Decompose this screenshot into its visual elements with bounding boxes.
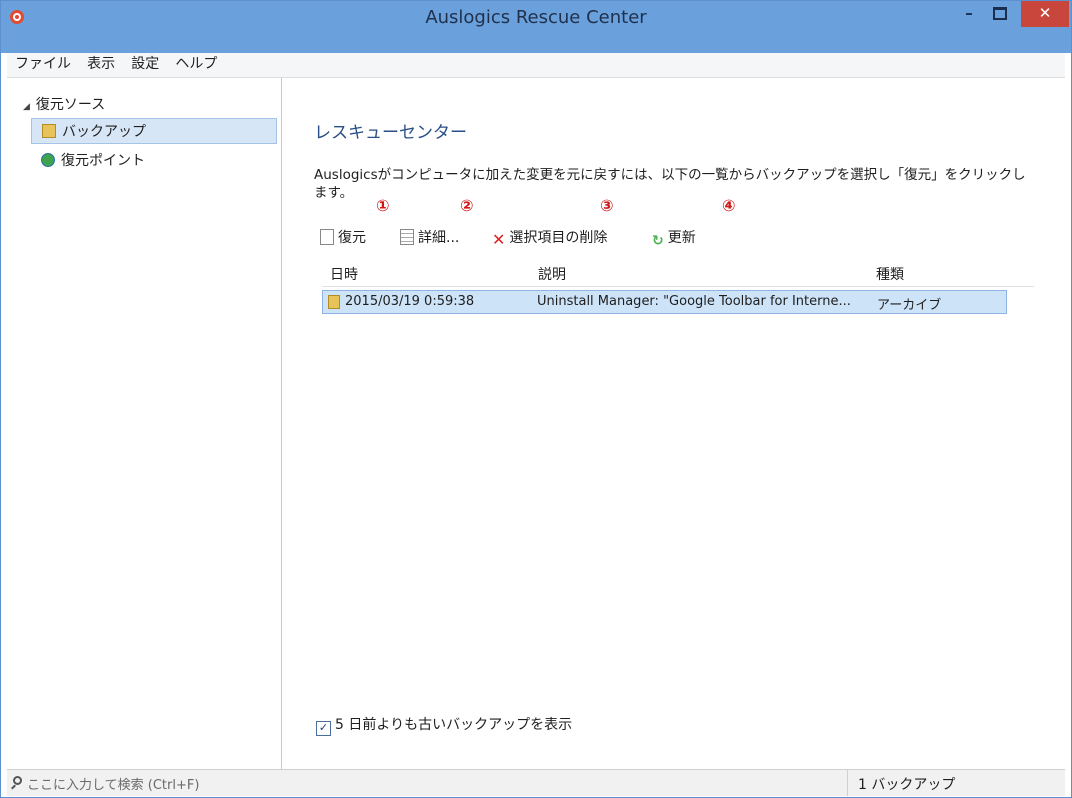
marker-4: ④	[722, 196, 736, 215]
delete-selected-button[interactable]: ✕ 選択項目の削除	[492, 226, 607, 250]
restore-point-icon	[41, 153, 55, 167]
refresh-button[interactable]: ↻ 更新	[652, 226, 696, 250]
expand-arrow-icon[interactable]: ◢	[23, 102, 30, 112]
column-header-type[interactable]: 種類	[876, 264, 904, 284]
details-button[interactable]: 詳細...	[400, 226, 459, 250]
main-panel: レスキューセンター Auslogicsがコンピュータに加えた変更を元に戻すには、…	[282, 78, 1065, 769]
folder-icon	[42, 124, 56, 138]
maximize-button[interactable]	[986, 1, 1014, 27]
table-header: 日時 説明 種類	[322, 260, 1034, 287]
restore-label: 復元	[338, 230, 366, 246]
menu-file[interactable]: ファイル	[15, 53, 71, 75]
search-icon	[13, 776, 22, 785]
cell-description: Uninstall Manager: "Google Toolbar for I…	[537, 294, 851, 309]
menu-view[interactable]: 表示	[87, 53, 115, 75]
title-bar: Auslogics Rescue Center – ✕	[1, 1, 1071, 53]
marker-3: ③	[600, 196, 614, 215]
cell-type: アーカイブ	[877, 298, 942, 313]
cell-datetime: 2015/03/19 0:59:38	[345, 294, 475, 309]
column-header-datetime[interactable]: 日時	[330, 264, 358, 284]
menu-help[interactable]: ヘルプ	[175, 53, 217, 75]
column-header-description[interactable]: 説明	[538, 264, 566, 284]
tree-root-label: 復元ソース	[35, 97, 106, 113]
delete-x-icon: ✕	[492, 230, 506, 249]
show-old-backups-checkbox[interactable]: ✓	[316, 721, 331, 736]
sidebar-item-label: 復元ポイント	[61, 153, 145, 169]
restore-button[interactable]: 復元	[320, 226, 366, 250]
sidebar: ◢ 復元ソース バックアップ 復元ポイント	[7, 78, 282, 769]
status-count-panel: 1 バックアップ	[847, 770, 1066, 796]
sidebar-item-backup[interactable]: バックアップ	[31, 118, 277, 144]
window-title: Auslogics Rescue Center	[425, 7, 647, 28]
menu-settings[interactable]: 設定	[131, 53, 159, 75]
status-bar: ここに入力して検索 (Ctrl+F) 1 バックアップ	[7, 769, 1065, 796]
new-document-icon	[320, 229, 334, 245]
refresh-label: 更新	[667, 230, 696, 246]
tree-root-restore-sources[interactable]: ◢ 復元ソース	[23, 94, 105, 114]
delete-label: 選択項目の削除	[509, 230, 608, 246]
show-old-backups-option[interactable]: ✓ 5 日前よりも古いバックアップを表示	[316, 716, 572, 736]
details-document-icon	[400, 229, 414, 245]
sidebar-item-restore-point[interactable]: 復元ポイント	[31, 148, 277, 174]
description-text: Auslogicsがコンピュータに加えた変更を元に戻すには、以下の一覧からバック…	[314, 167, 1026, 201]
details-label: 詳細...	[418, 230, 460, 246]
marker-2: ②	[460, 196, 474, 215]
minimize-button[interactable]: –	[956, 1, 982, 27]
close-button[interactable]: ✕	[1021, 1, 1069, 27]
archive-folder-icon	[328, 295, 340, 309]
table-row[interactable]: 2015/03/19 0:59:38 Uninstall Manager: "G…	[322, 290, 1007, 314]
menu-bar: ファイル 表示 設定 ヘルプ	[7, 53, 1065, 78]
maximize-icon	[993, 7, 1007, 20]
page-title: レスキューセンター	[314, 123, 467, 143]
search-input[interactable]: ここに入力して検索 (Ctrl+F)	[27, 774, 199, 793]
refresh-icon: ↻	[652, 233, 664, 249]
show-old-backups-label: 5 日前よりも古いバックアップを表示	[335, 717, 573, 733]
backup-table: 日時 説明 種類 2015/03/19 0:59:38 Uninstall Ma…	[322, 260, 1034, 314]
marker-1: ①	[376, 196, 390, 215]
sidebar-item-label: バックアップ	[62, 124, 146, 140]
app-window: Auslogics Rescue Center – ✕ ファイル 表示 設定 ヘ…	[0, 0, 1072, 798]
backup-count: 1 バックアップ	[858, 777, 956, 793]
